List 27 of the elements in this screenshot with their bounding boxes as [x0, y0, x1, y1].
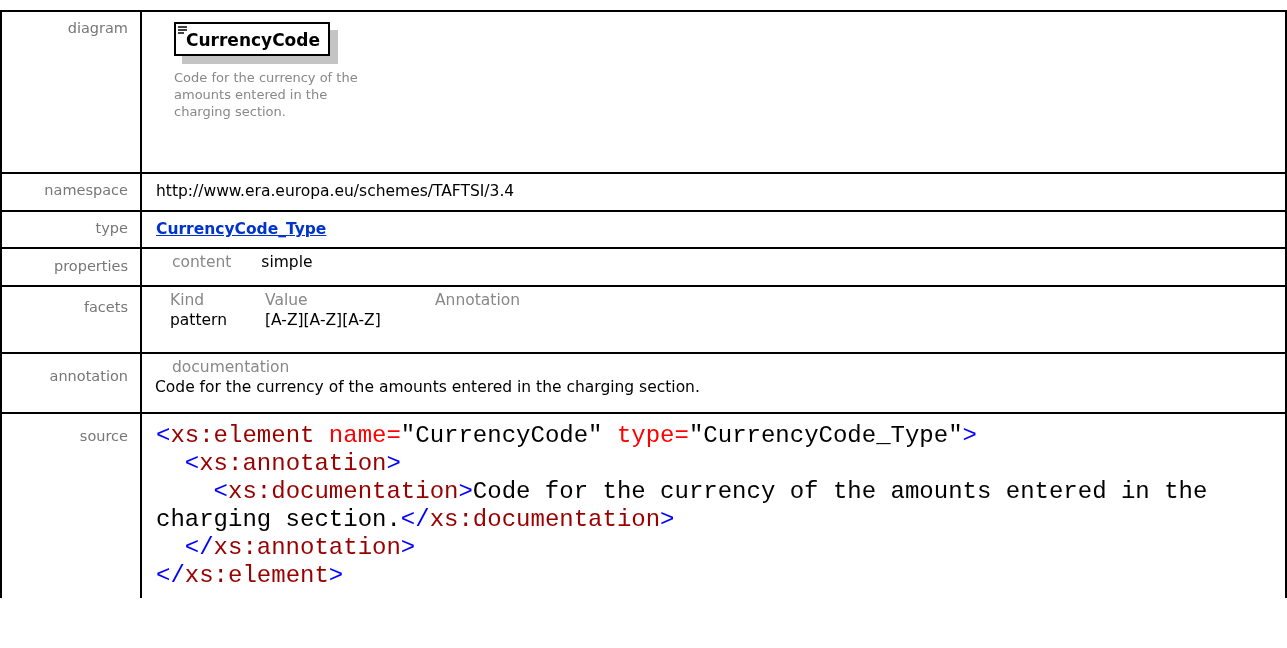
lines-icon: [178, 26, 187, 34]
code-line: <xs:documentation>Code for the currency of the amounts entered in the: [212, 478, 1209, 506]
facet-column-header: Annotation: [435, 291, 521, 309]
type-link[interactable]: CurrencyCode_Type: [156, 220, 327, 238]
facet-cell-text: pattern: [170, 311, 228, 329]
property-value: simple: [261, 253, 313, 271]
element-name: CurrencyCode: [186, 30, 320, 50]
code-line: </xs:annotation>: [183, 534, 417, 562]
element-description: Code for the currency of the amounts entered in the charging section.: [174, 70, 359, 121]
facet-column-header: Kind: [170, 291, 206, 309]
code-line: <xs:annotation>: [183, 450, 402, 478]
row-label: properties: [54, 258, 128, 274]
row-label: diagram: [67, 20, 128, 36]
annotation-text: Code for the currency of the amounts entered in the charging section.: [155, 378, 701, 396]
row-label: annotation: [49, 368, 128, 384]
row-label: source: [79, 428, 128, 444]
namespace-text: http://www.era.europa.eu/schemes/TAFTSI/3.4: [156, 182, 515, 200]
row-label: facets: [83, 299, 128, 315]
code-line: <xs:element name="CurrencyCode" type="CurrencyCode_Type">: [156, 422, 978, 450]
row-label: namespace: [44, 182, 128, 198]
property-name: content: [172, 253, 232, 271]
facet-cell-text: [A-Z][A-Z][A-Z]: [265, 311, 382, 329]
row-label: type: [95, 220, 128, 236]
code-line: </xs:element>: [156, 562, 345, 590]
facet-column-header: Value: [265, 291, 309, 309]
code-line: charging section.</xs:documentation>: [156, 506, 676, 534]
annotation-heading: documentation: [171, 358, 291, 376]
